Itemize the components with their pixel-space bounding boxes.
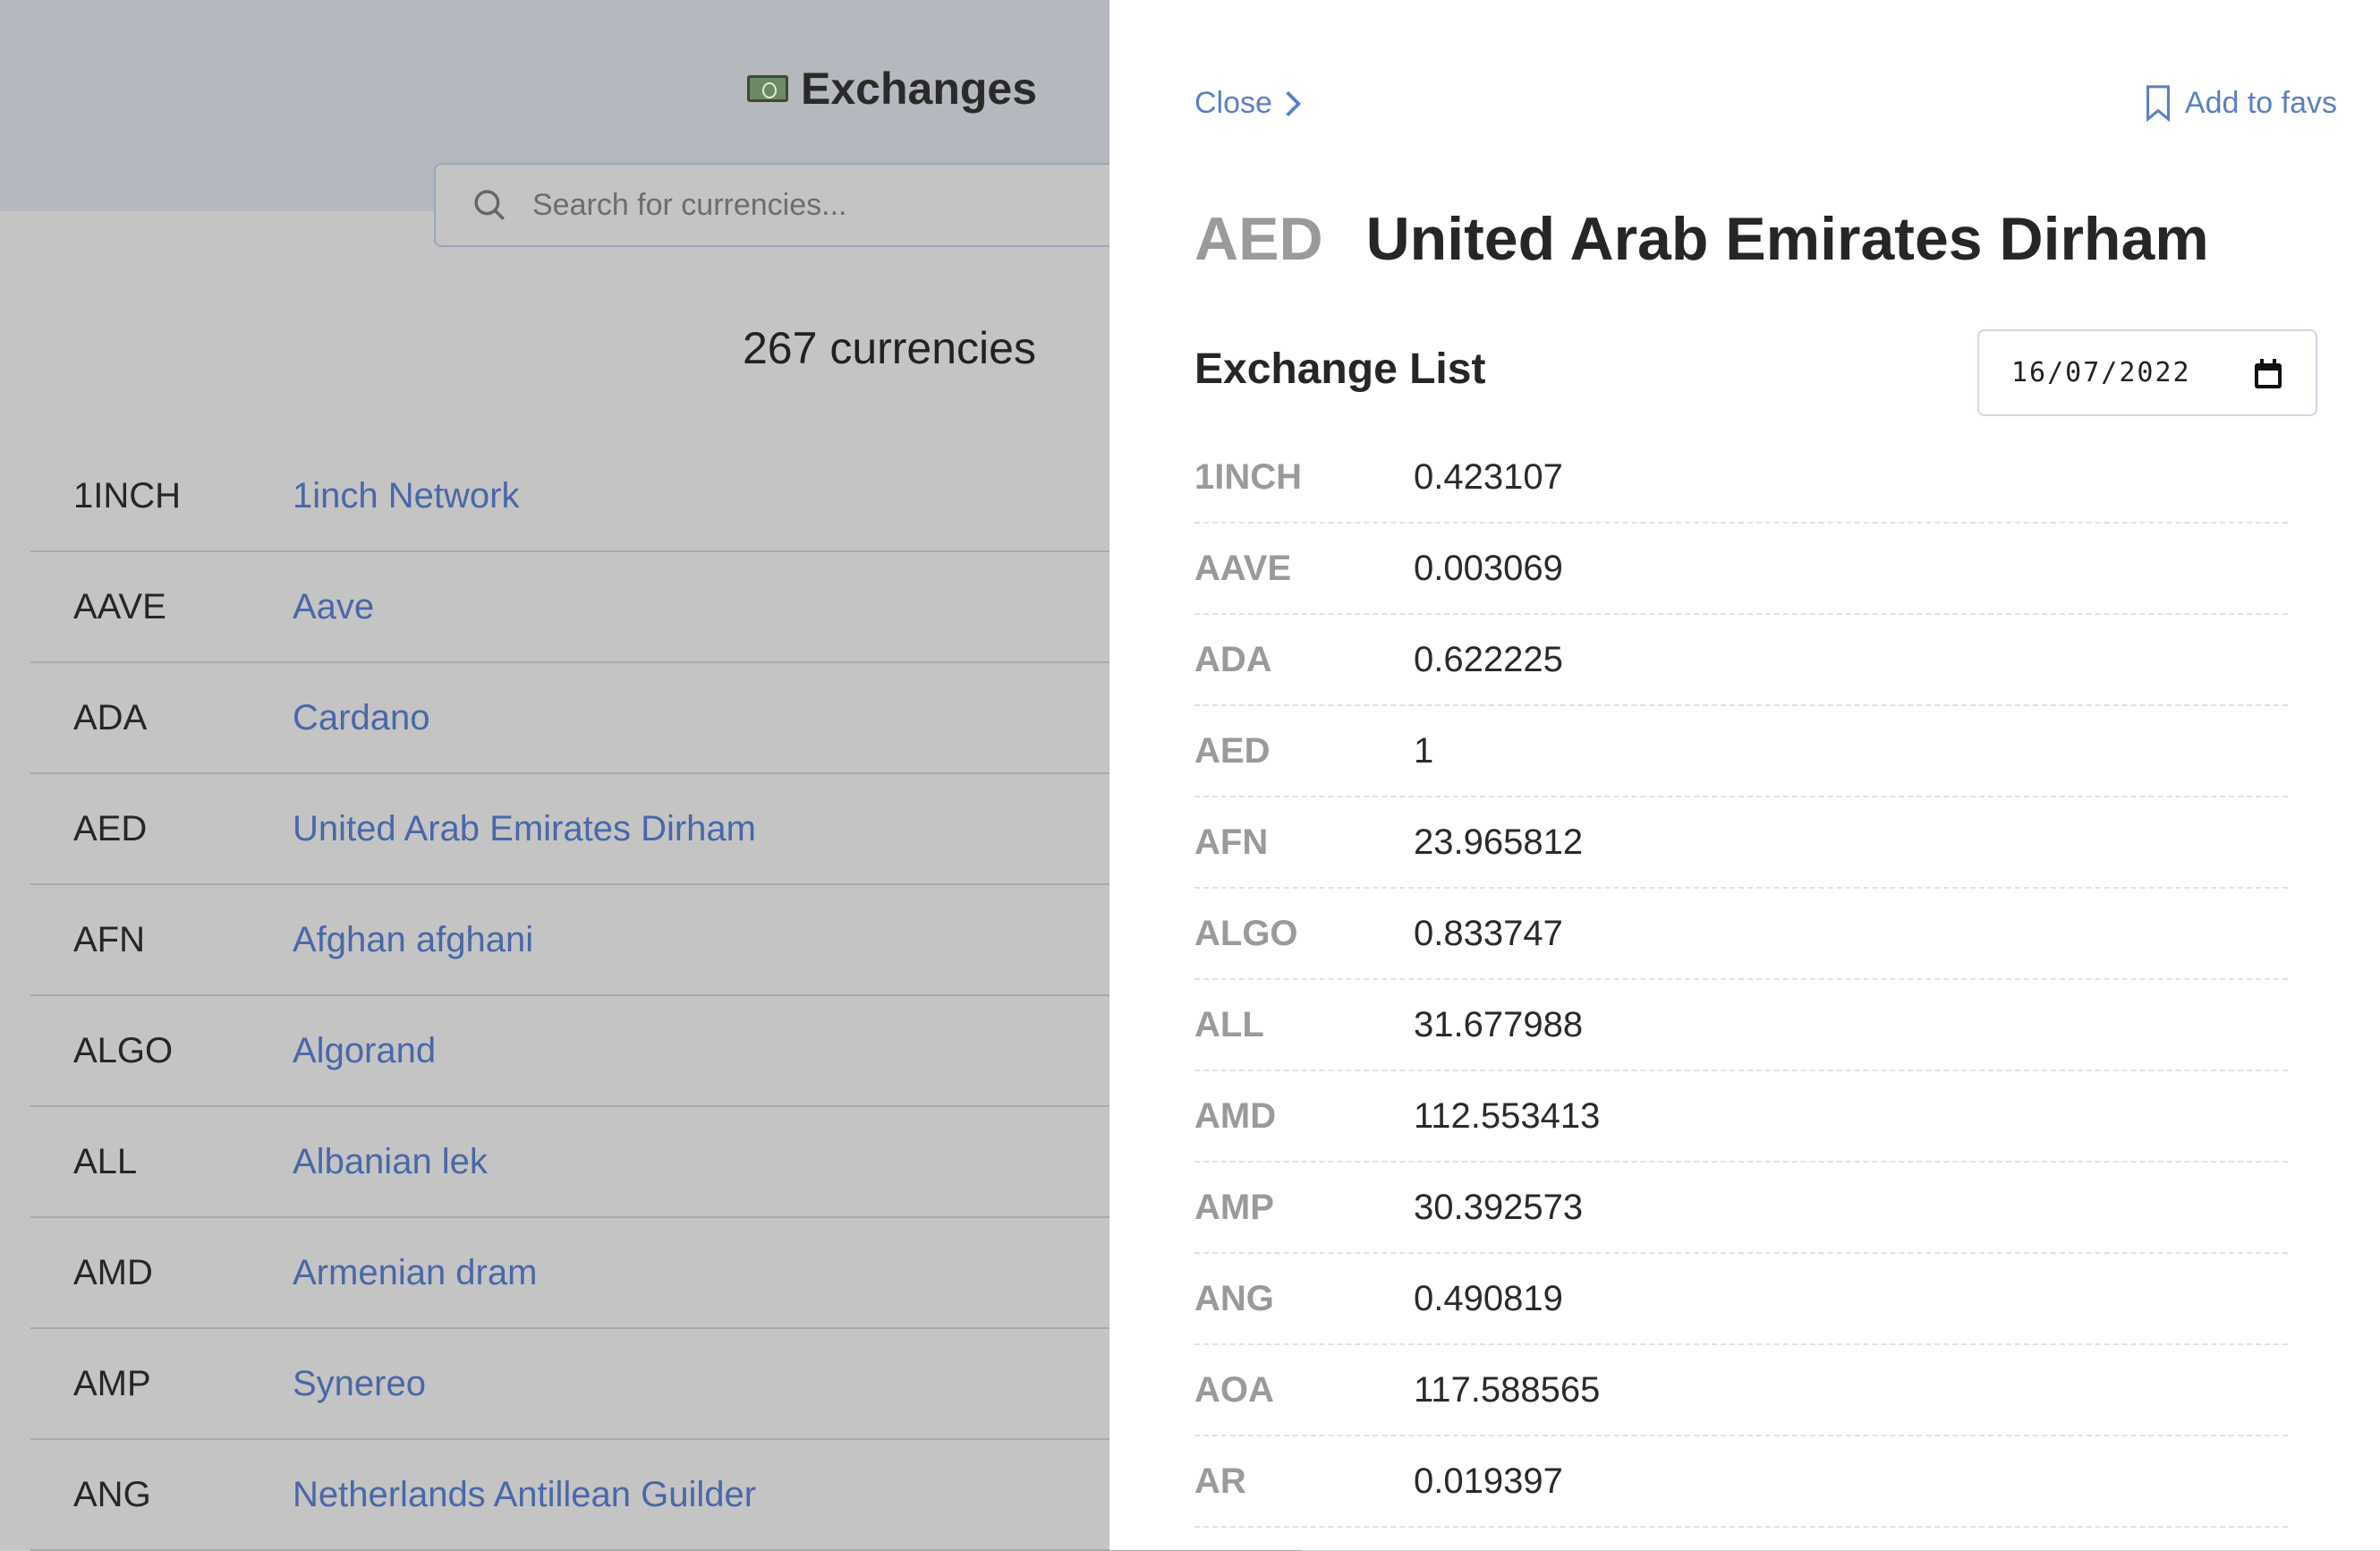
currency-row-link[interactable]: United Arab Emirates Dirham: [293, 809, 756, 849]
rate-value: 0.833747: [1414, 913, 1563, 953]
rate-value: 0.622225: [1414, 639, 1563, 679]
date-value: 16/07/2022: [2011, 357, 2191, 388]
currency-row-code: AED: [73, 808, 148, 848]
exchange-rate-list: 1INCH 0.423107 AAVE 0.003069 ADA 0.622225 AED 1…: [1194, 432, 2288, 1528]
currency-row-link[interactable]: Synereo: [293, 1364, 426, 1404]
currency-count: 267 currencies: [743, 323, 1036, 373]
currency-row-code: ALL: [73, 1141, 138, 1181]
currency-row-code: ADA: [73, 697, 148, 737]
calendar-icon[interactable]: [2253, 358, 2283, 397]
page-title-text: Exchanges: [801, 64, 1038, 114]
rate-code: ANG: [1194, 1278, 1274, 1318]
rate-code: AMP: [1194, 1187, 1274, 1227]
rate-row: 1INCH 0.423107: [1194, 432, 2288, 524]
currency-row-link[interactable]: Algorand: [293, 1031, 436, 1071]
rate-value: 0.423107: [1414, 456, 1563, 497]
rate-row: AAVE 0.003069: [1194, 524, 2288, 615]
search-input[interactable]: [531, 186, 1157, 224]
money-bill-icon: [747, 75, 788, 102]
rate-row: ANG 0.490819: [1194, 1254, 2288, 1345]
close-button[interactable]: Close: [1194, 86, 1303, 121]
rate-value: 1: [1414, 730, 1434, 771]
date-picker[interactable]: 16/07/2022: [1977, 329, 2317, 416]
currency-row-code: ALGO: [73, 1030, 174, 1070]
rate-code: ALGO: [1194, 913, 1298, 953]
rate-value: 31.677988: [1414, 1004, 1584, 1044]
currency-row-code: AMP: [73, 1363, 151, 1403]
currency-heading: AED United Arab Emirates Dirham: [1194, 204, 2209, 274]
currency-row-link[interactable]: 1inch Network: [293, 476, 519, 516]
rate-value: 0.490819: [1414, 1278, 1563, 1318]
currency-detail-drawer: Close Add to favs AED United Arab Emirat…: [1109, 0, 2380, 1550]
rate-code: AOA: [1194, 1369, 1274, 1410]
rate-code: AAVE: [1194, 548, 1292, 588]
rate-code: AED: [1194, 730, 1271, 771]
rate-row: AMP 30.392573: [1194, 1163, 2288, 1254]
rate-row: ALGO 0.833747: [1194, 889, 2288, 980]
add-to-favs-button[interactable]: Add to favs: [2144, 84, 2337, 122]
rate-row: ADA 0.622225: [1194, 615, 2288, 706]
rate-code: ALL: [1194, 1004, 1264, 1044]
rate-row: AED 1: [1194, 706, 2288, 797]
currency-name: United Arab Emirates Dirham: [1365, 205, 2209, 273]
search-icon: [463, 178, 516, 232]
currency-row-code: AFN: [73, 919, 145, 959]
rate-row: AR 0.019397: [1194, 1436, 2288, 1528]
rate-value: 0.019397: [1414, 1461, 1563, 1501]
rate-value: 23.965812: [1414, 822, 1584, 862]
currency-row-code: AAVE: [73, 586, 166, 626]
currency-row-code: AMD: [73, 1252, 153, 1292]
currency-row-code: 1INCH: [73, 475, 182, 516]
rate-row: ALL 31.677988: [1194, 980, 2288, 1071]
close-label: Close: [1194, 86, 1272, 120]
currency-row-link[interactable]: Armenian dram: [293, 1253, 537, 1293]
currency-row-link[interactable]: Afghan afghani: [293, 920, 533, 960]
page-title: Exchanges: [747, 63, 1037, 115]
rate-row: AFN 23.965812: [1194, 797, 2288, 889]
exchange-list-title: Exchange List: [1194, 345, 1486, 393]
bookmark-icon: [2146, 85, 2170, 122]
chevron-right-icon: [1286, 90, 1302, 116]
rate-code: AR: [1194, 1461, 1246, 1501]
currency-row-link[interactable]: Netherlands Antillean Guilder: [293, 1475, 756, 1515]
rate-code: AFN: [1194, 822, 1269, 862]
rate-code: 1INCH: [1194, 456, 1303, 497]
rate-value: 0.003069: [1414, 548, 1563, 588]
rate-row: AOA 117.588565: [1194, 1345, 2288, 1436]
currency-row-code: ANG: [73, 1474, 151, 1514]
rate-value: 30.392573: [1414, 1187, 1584, 1227]
rate-code: ADA: [1194, 639, 1272, 679]
rate-code: AMD: [1194, 1095, 1277, 1136]
rate-row: AMD 112.553413: [1194, 1071, 2288, 1163]
currency-row-link[interactable]: Albanian lek: [293, 1142, 488, 1182]
currency-row-link[interactable]: Aave: [293, 587, 374, 627]
add-to-favs-label: Add to favs: [2184, 85, 2337, 120]
currency-row-link[interactable]: Cardano: [293, 698, 429, 738]
rate-value: 117.588565: [1414, 1369, 1601, 1410]
currency-code: AED: [1194, 205, 1323, 273]
rate-value: 112.553413: [1414, 1095, 1601, 1136]
